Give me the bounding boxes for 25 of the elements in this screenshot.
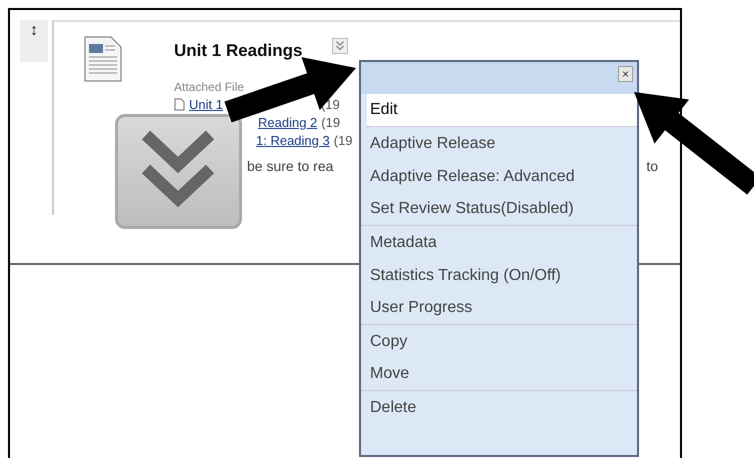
menu-item[interactable]: User Progress xyxy=(361,292,637,325)
menu-item[interactable]: Statistics Tracking (On/Off) xyxy=(361,259,637,292)
menu-item[interactable]: Set Review Status(Disabled) xyxy=(361,193,637,226)
menu-item[interactable]: Adaptive Release xyxy=(361,127,637,160)
file-icon xyxy=(174,98,185,111)
options-chevron-button[interactable] xyxy=(332,38,348,54)
file-size: (19 xyxy=(321,114,340,132)
file-size: (19 xyxy=(334,132,353,150)
document-icon xyxy=(84,36,122,82)
file-link[interactable]: Reading 2 xyxy=(258,112,318,132)
menu-item[interactable]: Edit xyxy=(367,94,637,127)
menu-item[interactable]: Copy xyxy=(361,325,637,358)
file-link[interactable]: 1: Reading 3 xyxy=(256,130,330,150)
double-chevron-icon xyxy=(115,114,242,229)
close-button[interactable]: × xyxy=(618,66,633,82)
item-title: Unit 1 Readings xyxy=(174,40,302,62)
menu-item[interactable]: Move xyxy=(361,358,637,391)
menu-item[interactable]: Delete xyxy=(361,391,637,424)
description-text: be sure to rea xyxy=(247,156,334,176)
attached-files-label: Attached File xyxy=(174,78,246,96)
file-link[interactable]: Unit 1 xyxy=(189,94,223,114)
drag-handle[interactable]: ↕ xyxy=(20,20,48,62)
description-text: to xyxy=(646,156,658,176)
menu-item[interactable]: Adaptive Release: Advanced xyxy=(361,160,637,193)
menu-item[interactable]: Metadata xyxy=(361,226,637,259)
